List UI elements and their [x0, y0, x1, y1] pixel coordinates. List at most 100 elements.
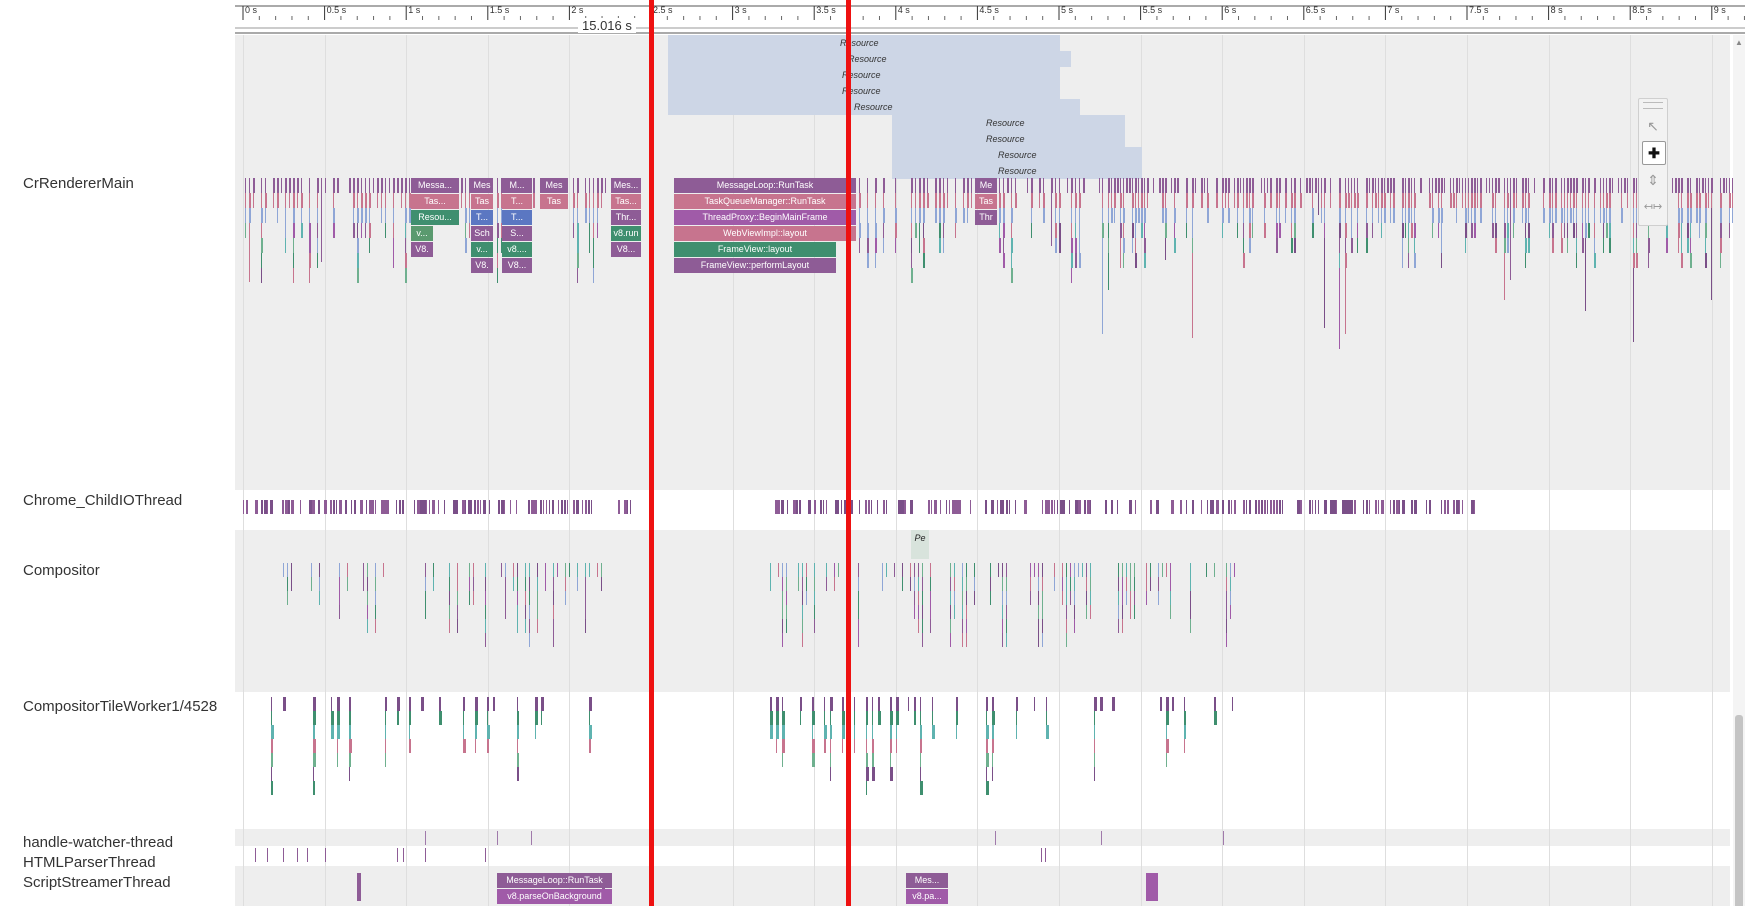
trace-slice[interactable]	[1324, 238, 1325, 328]
trace-slice[interactable]	[895, 223, 897, 238]
trace-slice[interactable]	[1312, 500, 1313, 514]
trace-slice[interactable]	[830, 767, 831, 781]
trace-slice[interactable]	[955, 208, 957, 223]
trace-slice[interactable]	[589, 711, 590, 725]
trace-slice[interactable]	[963, 193, 964, 208]
trace-slice[interactable]	[1074, 619, 1075, 633]
trace-slice[interactable]	[1184, 711, 1186, 725]
trace-slice[interactable]	[1150, 563, 1151, 577]
trace-slice[interactable]	[943, 238, 944, 253]
trace-slice[interactable]	[782, 697, 783, 711]
trace-slice[interactable]	[932, 725, 935, 739]
trace-slice[interactable]	[552, 500, 554, 514]
trace-slice[interactable]	[291, 500, 294, 514]
trace-slice[interactable]	[357, 238, 359, 253]
trace-slice[interactable]	[333, 208, 335, 223]
trace-slice[interactable]	[385, 725, 386, 739]
trace-slice[interactable]	[577, 268, 578, 283]
trace-slice[interactable]	[967, 208, 968, 223]
trace-slice[interactable]	[787, 500, 788, 514]
trace-slice[interactable]	[923, 253, 925, 268]
trace-slice[interactable]	[914, 591, 915, 605]
trace-slice[interactable]	[589, 563, 590, 577]
trace-slice[interactable]	[991, 500, 994, 514]
trace-slice[interactable]	[565, 577, 566, 591]
trace-slice[interactable]	[337, 711, 340, 725]
trace-slice[interactable]	[950, 619, 951, 633]
trace-slice[interactable]	[1249, 193, 1250, 208]
renderer-slice[interactable]: Me	[975, 178, 997, 193]
trace-slice[interactable]	[261, 238, 263, 253]
trace-slice[interactable]	[1390, 208, 1391, 223]
trace-slice[interactable]	[1213, 500, 1214, 514]
trace-slice[interactable]	[1636, 193, 1637, 208]
trace-slice[interactable]	[1465, 238, 1466, 253]
trace-slice[interactable]	[1366, 238, 1368, 253]
track-area[interactable]: Resource Resource Resource Resource Reso…	[235, 35, 1745, 906]
trace-slice[interactable]	[1084, 500, 1086, 514]
trace-slice[interactable]	[396, 500, 397, 514]
trace-slice[interactable]	[770, 577, 771, 591]
trace-slice[interactable]	[1633, 208, 1634, 223]
trace-slice[interactable]	[992, 697, 994, 711]
trace-slice[interactable]	[1357, 208, 1358, 223]
trace-slice[interactable]	[854, 725, 855, 739]
trace-slice[interactable]	[1552, 223, 1554, 238]
zoom-icon[interactable]: ⇕	[1642, 169, 1664, 191]
trace-slice[interactable]	[331, 697, 332, 711]
trace-slice[interactable]	[1291, 178, 1292, 193]
trace-slice[interactable]	[1549, 178, 1551, 193]
trace-slice[interactable]	[565, 563, 566, 577]
trace-slice[interactable]	[1170, 605, 1171, 619]
trace-slice[interactable]	[1405, 208, 1406, 223]
trace-slice[interactable]	[504, 500, 505, 514]
trace-slice[interactable]	[1172, 697, 1174, 711]
trace-slice[interactable]	[1354, 193, 1356, 208]
trace-slice[interactable]	[1474, 178, 1476, 193]
trace-slice[interactable]	[1055, 238, 1057, 253]
trace-slice[interactable]	[1102, 178, 1103, 193]
trace-slice[interactable]	[1059, 208, 1060, 223]
trace-slice[interactable]	[966, 605, 967, 619]
trace-slice[interactable]	[1243, 178, 1244, 193]
renderer-slice[interactable]: Thr...	[611, 210, 641, 225]
trace-slice[interactable]	[456, 500, 458, 514]
trace-slice[interactable]	[1570, 193, 1571, 208]
trace-slice[interactable]	[545, 563, 546, 577]
trace-slice[interactable]	[1279, 223, 1281, 238]
trace-slice[interactable]	[883, 208, 885, 223]
trace-slice[interactable]	[1438, 223, 1439, 238]
trace-slice[interactable]	[1567, 208, 1568, 223]
trace-slice[interactable]	[1681, 223, 1682, 238]
trace-slice[interactable]	[1186, 178, 1188, 193]
trace-slice[interactable]	[487, 725, 490, 739]
trace-slice[interactable]	[1102, 253, 1103, 334]
trace-slice[interactable]	[895, 178, 896, 193]
trace-slice[interactable]	[1240, 178, 1241, 193]
trace-slice[interactable]	[919, 193, 921, 208]
trace-slice[interactable]	[1002, 563, 1003, 577]
trace-slice[interactable]	[920, 697, 921, 711]
renderer-slice[interactable]: V8.	[411, 242, 433, 257]
trace-slice[interactable]	[1071, 223, 1072, 238]
trace-slice[interactable]	[401, 178, 403, 193]
trace-slice[interactable]	[1465, 223, 1467, 238]
trace-slice[interactable]	[313, 767, 314, 781]
trace-slice[interactable]	[1045, 848, 1046, 862]
trace-slice[interactable]	[289, 178, 291, 193]
trace-slice[interactable]	[1252, 223, 1253, 238]
trace-slice[interactable]	[597, 193, 599, 208]
trace-slice[interactable]	[365, 208, 367, 223]
trace-slice[interactable]	[859, 500, 860, 514]
trace-slice[interactable]	[591, 500, 592, 514]
trace-slice[interactable]	[1444, 500, 1446, 514]
trace-slice[interactable]	[966, 633, 967, 647]
trace-slice[interactable]	[409, 697, 411, 711]
trace-slice[interactable]	[1102, 238, 1103, 253]
trace-slice[interactable]	[1285, 178, 1287, 193]
trace-slice[interactable]	[585, 605, 586, 619]
trace-slice[interactable]	[786, 591, 787, 605]
trace-slice[interactable]	[1038, 633, 1039, 647]
trace-slice[interactable]	[1015, 178, 1016, 193]
trace-slice[interactable]	[1366, 208, 1367, 223]
